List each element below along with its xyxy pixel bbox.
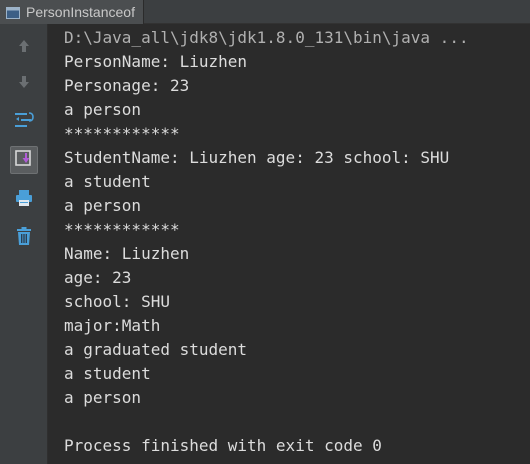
console-line: ************	[64, 220, 180, 239]
console-line: a student	[64, 172, 151, 191]
console-line: ************	[64, 124, 180, 143]
tab-label: PersonInstanceof	[26, 4, 135, 20]
console-line: PersonName: Liuzhen	[64, 52, 248, 71]
console-line: school: SHU	[64, 292, 170, 311]
arrow-down-icon	[15, 73, 33, 95]
console-line: age: 23	[64, 268, 132, 287]
console-line: a person	[64, 100, 142, 119]
console-line: major:Math	[64, 316, 161, 335]
console-line: Personage: 23	[64, 76, 190, 95]
console-line-exit-status: Process finished with exit code 0	[64, 436, 382, 455]
soft-wrap-button[interactable]	[10, 108, 38, 136]
up-arrow-button[interactable]	[10, 34, 38, 62]
console-line: Name: Liuzhen	[64, 244, 190, 263]
console-line: a graduated student	[64, 340, 248, 359]
console-line: StudentName: Liuzhen age: 23 school: SHU	[64, 148, 450, 167]
arrow-up-icon	[15, 37, 33, 59]
clear-all-button[interactable]	[10, 224, 38, 252]
title-bar: PersonInstanceof	[0, 0, 530, 24]
console-toolbar	[0, 24, 48, 464]
soft-wrap-icon	[13, 110, 35, 134]
printer-icon	[14, 188, 34, 212]
down-arrow-button[interactable]	[10, 70, 38, 98]
run-tool-window: PersonInstanceof D:\Java_all\jdk8\jdk1.8…	[0, 0, 530, 464]
scroll-to-end-button[interactable]	[10, 146, 38, 174]
console-line: a person	[64, 388, 142, 407]
console-line: a person	[64, 196, 142, 215]
console-output[interactable]: D:\Java_all\jdk8\jdk1.8.0_131\bin\java .…	[48, 24, 530, 464]
console-line: a student	[64, 364, 151, 383]
console-line-command: D:\Java_all\jdk8\jdk1.8.0_131\bin\java .…	[64, 28, 469, 47]
tab-person-instanceof[interactable]: PersonInstanceof	[0, 0, 144, 24]
scroll-to-end-icon	[14, 148, 34, 172]
print-button[interactable]	[10, 186, 38, 214]
trash-icon	[14, 226, 34, 250]
window-icon	[6, 6, 20, 19]
